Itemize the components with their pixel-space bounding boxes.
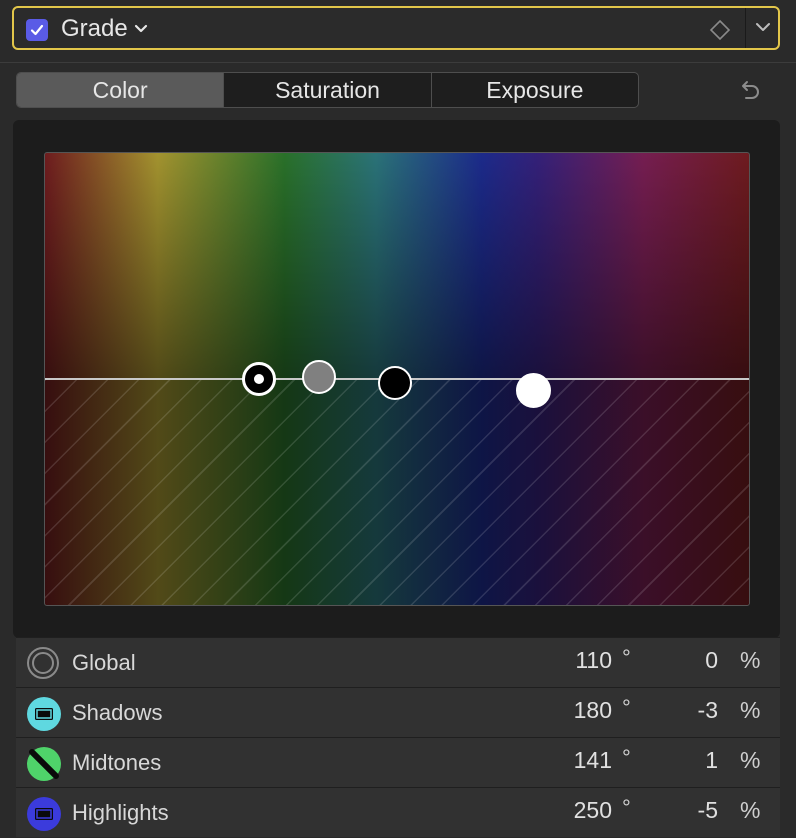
grade-header: Grade <box>12 6 780 50</box>
color-board[interactable] <box>44 152 750 606</box>
color-inspector: Grade Color Saturation Exposure Global 1… <box>0 0 796 838</box>
hue-unit: ° <box>622 795 631 820</box>
header-separator <box>0 62 796 63</box>
grade-title-dropdown[interactable]: Grade <box>61 15 148 43</box>
tab-exposure[interactable]: Exposure <box>430 73 638 107</box>
hue-unit: ° <box>622 695 631 720</box>
grade-enable-checkbox[interactable] <box>26 19 48 41</box>
board-mode-tabs: Color Saturation Exposure <box>16 72 639 108</box>
amount-unit: % <box>740 697 761 723</box>
amount-unit: % <box>740 747 761 773</box>
row-label: Highlights <box>72 800 169 825</box>
amount-unit: % <box>740 647 761 673</box>
puck-midtones[interactable] <box>302 360 336 394</box>
row-midtones: Midtones 141 ° 1 % <box>16 737 780 787</box>
header-divider <box>745 8 746 48</box>
global-ring-icon <box>26 646 60 685</box>
puck-shadows[interactable] <box>378 366 412 400</box>
shadows-icon <box>26 696 62 737</box>
hue-value[interactable]: 250 <box>538 797 612 824</box>
row-shadows: Shadows 180 ° -3 % <box>16 687 780 737</box>
grade-title: Grade <box>61 15 128 42</box>
row-highlights: Highlights 250 ° -5 % <box>16 787 780 837</box>
chevron-down-icon <box>134 24 148 34</box>
midtones-icon <box>26 746 62 787</box>
amount-value[interactable]: -3 <box>676 697 718 724</box>
hue-value[interactable]: 141 <box>538 747 612 774</box>
puck-global[interactable] <box>242 362 276 396</box>
hue-unit: ° <box>622 645 631 670</box>
row-label: Shadows <box>72 700 163 725</box>
checkmark-icon <box>30 24 44 36</box>
keyframe-diamond-icon[interactable] <box>709 19 731 46</box>
amount-value[interactable]: -5 <box>676 797 718 824</box>
hue-unit: ° <box>622 745 631 770</box>
puck-highlights[interactable] <box>516 373 551 408</box>
hue-value[interactable]: 180 <box>538 697 612 724</box>
hue-value[interactable]: 110 <box>538 647 612 674</box>
board-negative-hatch <box>45 379 749 605</box>
row-label: Global <box>72 650 136 675</box>
tab-color[interactable]: Color <box>17 73 224 107</box>
amount-value[interactable]: 0 <box>676 647 718 674</box>
parameter-rows: Global 110 ° 0 % Shadows 180 ° -3 % Midt… <box>16 637 780 837</box>
menu-chevron-icon[interactable] <box>754 21 772 40</box>
amount-value[interactable]: 1 <box>676 747 718 774</box>
amount-unit: % <box>740 797 761 823</box>
tab-saturation[interactable]: Saturation <box>223 73 430 107</box>
highlights-icon <box>26 796 62 837</box>
undo-icon[interactable] <box>737 78 763 109</box>
row-global: Global 110 ° 0 % <box>16 637 780 687</box>
row-label: Midtones <box>72 750 162 775</box>
